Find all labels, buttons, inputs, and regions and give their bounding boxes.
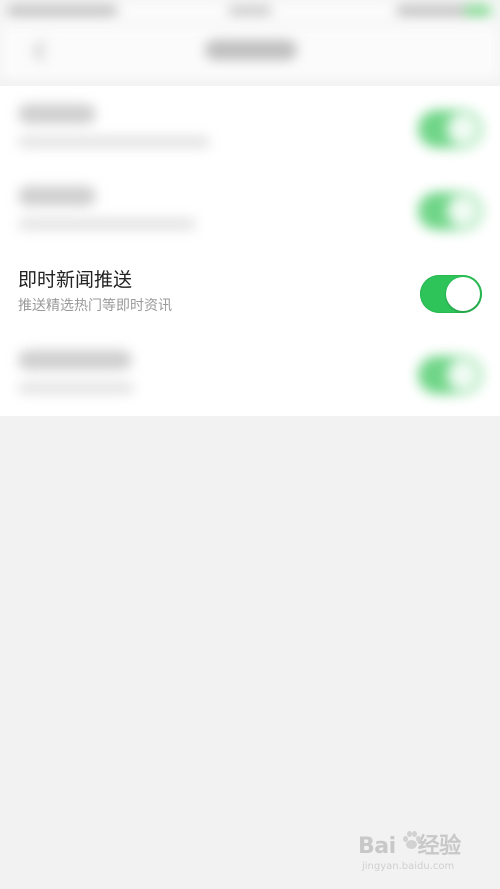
baidu-watermark: Bai 经验 jingyan.baidu.com — [358, 831, 476, 875]
nav-bar — [0, 24, 500, 81]
battery-indicator — [396, 4, 492, 18]
setting-row-4-subtitle — [18, 382, 134, 394]
setting-row-1-subtitle — [18, 136, 210, 148]
clock — [228, 5, 272, 17]
setting-row-2-toggle[interactable] — [418, 192, 482, 230]
carrier-info — [6, 4, 118, 18]
setting-row-4[interactable] — [0, 332, 500, 414]
page-title — [205, 40, 297, 60]
setting-row-4-toggle[interactable] — [418, 356, 482, 394]
setting-row-4-title — [18, 350, 132, 370]
chevron-left-icon[interactable] — [30, 40, 52, 62]
setting-title: 即时新闻推送 — [18, 269, 133, 291]
setting-row-2-subtitle — [18, 218, 196, 230]
setting-row-1-title — [18, 104, 96, 124]
toggle-knob — [446, 277, 480, 311]
setting-row-2[interactable] — [0, 168, 500, 250]
setting-row-2-title — [18, 186, 96, 206]
baidu-paw-icon — [400, 829, 421, 849]
watermark-url: jingyan.baidu.com — [362, 861, 455, 872]
status-bar — [0, 0, 500, 24]
setting-row-1-toggle[interactable] — [418, 110, 482, 148]
setting-row-1[interactable] — [0, 86, 500, 168]
breaking-news-toggle[interactable] — [420, 275, 482, 313]
setting-subtitle: 推送精选热门等即时资讯 — [18, 298, 172, 314]
